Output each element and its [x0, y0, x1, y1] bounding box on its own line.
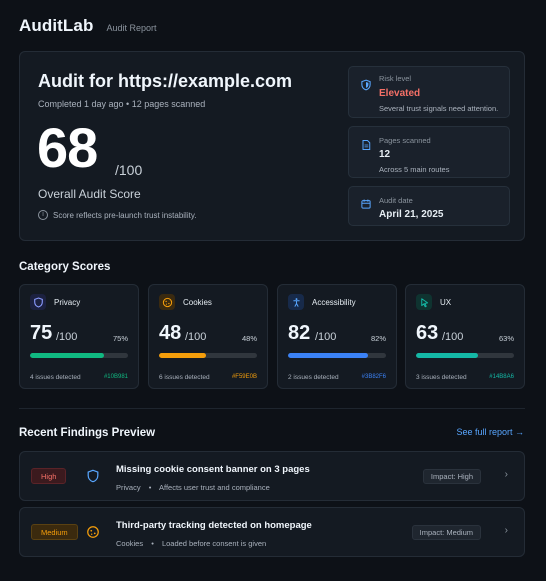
document-icon [362, 140, 371, 150]
category-color-code: #F59E0B [231, 374, 257, 380]
category-score-max: /100 [442, 331, 464, 343]
risk-level-desc: Several trust signals need attention. [379, 104, 499, 113]
category-progress-fill [30, 353, 104, 358]
category-progress-bar [416, 353, 514, 358]
audit-date-label: Audit date [379, 196, 413, 205]
page-title: Audit for https://example.com [38, 71, 293, 91]
breadcrumb: Audit Report [106, 23, 157, 33]
category-score-max: /100 [315, 331, 337, 343]
category-name: Privacy [54, 298, 81, 307]
score-note: i Score reflects pre-launch trust instab… [38, 210, 196, 220]
finding-meta: Cookies • Loaded before consent is given [116, 539, 267, 548]
category-color-code: #10B981 [103, 374, 128, 380]
accessibility-icon [288, 294, 304, 310]
category-color-code: #3B82F6 [361, 374, 386, 380]
calendar-icon [361, 199, 371, 209]
risk-level-value: Elevated [379, 88, 421, 99]
category-score-max: /100 [185, 331, 207, 343]
finding-detail: Loaded before consent is given [161, 539, 267, 548]
category-percent: 75% [112, 334, 128, 343]
chevron-right-icon[interactable]: › [505, 525, 508, 536]
category-score: 63 [416, 322, 439, 344]
shield-icon [30, 294, 46, 310]
category-card-accessibility[interactable]: Accessibility 82 /100 82% 2 issues detec… [277, 284, 397, 389]
shield-icon [87, 469, 99, 483]
category-color-code: #14B8A6 [489, 374, 514, 380]
overall-score-max: /100 [115, 162, 143, 178]
app-header: AuditLab Audit Report [19, 16, 156, 36]
category-issues: 4 issues detected [30, 374, 81, 381]
audit-subtitle: Completed 1 day ago • 12 pages scanned [38, 99, 206, 109]
finding-meta: Privacy • Affects user trust and complia… [116, 483, 270, 492]
category-progress-fill [159, 353, 207, 358]
see-full-report-link[interactable]: See full report → [456, 427, 524, 437]
category-scores-title: Category Scores [19, 261, 111, 273]
finding-row[interactable]: High Missing cookie consent banner on 3 … [19, 451, 525, 501]
category-score: 82 [288, 322, 311, 344]
category-percent: 48% [241, 334, 257, 343]
chevron-right-icon[interactable]: › [505, 469, 508, 480]
pages-scanned-value: 12 [379, 149, 391, 160]
risk-level-label: Risk level [379, 74, 412, 83]
category-issues: 2 issues detected [288, 374, 339, 381]
category-card-ux[interactable]: UX 63 /100 63% 3 issues detected #14B8A6 [405, 284, 525, 389]
shield-icon [361, 79, 371, 91]
category-progress-bar [159, 353, 257, 358]
impact-badge: Impact: Medium [411, 525, 481, 540]
category-name: Cookies [183, 298, 212, 307]
cookie-icon [159, 294, 175, 310]
category-name: UX [440, 298, 452, 307]
pages-scanned-card: Pages scanned 12 Across 5 main routes [348, 126, 510, 178]
category-percent: 63% [498, 334, 514, 343]
audit-summary-card: Audit for https://example.com Completed … [19, 51, 525, 241]
category-issues: 3 issues detected [416, 374, 467, 381]
severity-badge: High [31, 468, 67, 484]
impact-badge: Impact: High [422, 469, 481, 484]
overall-score-label: Overall Audit Score [38, 187, 141, 201]
category-score: 48 [159, 322, 182, 344]
finding-title: Third-party tracking detected on homepag… [116, 520, 312, 531]
category-score-max: /100 [56, 331, 78, 343]
cursor-icon [416, 294, 432, 310]
audit-date-value: April 21, 2025 [379, 209, 444, 220]
audit-date-card: Audit date April 21, 2025 [348, 186, 510, 226]
category-progress-fill [288, 353, 369, 358]
category-progress-fill [416, 353, 478, 358]
info-icon: i [38, 210, 48, 220]
category-percent: 82% [370, 334, 386, 343]
recent-findings-title: Recent Findings Preview [19, 427, 156, 439]
category-progress-bar [30, 353, 128, 358]
risk-level-card: Risk level Elevated Several trust signal… [348, 66, 510, 118]
section-divider [19, 408, 525, 409]
app-logo[interactable]: AuditLab [19, 16, 93, 36]
finding-row[interactable]: Medium Third-party tracking detected on … [19, 507, 525, 557]
category-progress-bar [288, 353, 386, 358]
severity-badge: Medium [31, 524, 78, 540]
cookie-icon [87, 526, 99, 538]
finding-category: Privacy [116, 483, 141, 492]
category-card-privacy[interactable]: Privacy 75 /100 75% 4 issues detected #1… [19, 284, 139, 389]
overall-score: 68 [37, 116, 98, 179]
pages-scanned-label: Pages scanned [379, 136, 431, 145]
pages-scanned-desc: Across 5 main routes [379, 165, 450, 174]
category-issues: 6 issues detected [159, 374, 210, 381]
category-card-cookies[interactable]: Cookies 48 /100 48% 6 issues detected #F… [148, 284, 268, 389]
category-name: Accessibility [312, 298, 356, 307]
score-note-text: Score reflects pre-launch trust instabil… [53, 210, 197, 220]
finding-detail: Affects user trust and compliance [159, 483, 270, 492]
finding-category: Cookies [116, 539, 144, 548]
finding-title: Missing cookie consent banner on 3 pages [116, 464, 310, 475]
category-score: 75 [30, 322, 53, 344]
